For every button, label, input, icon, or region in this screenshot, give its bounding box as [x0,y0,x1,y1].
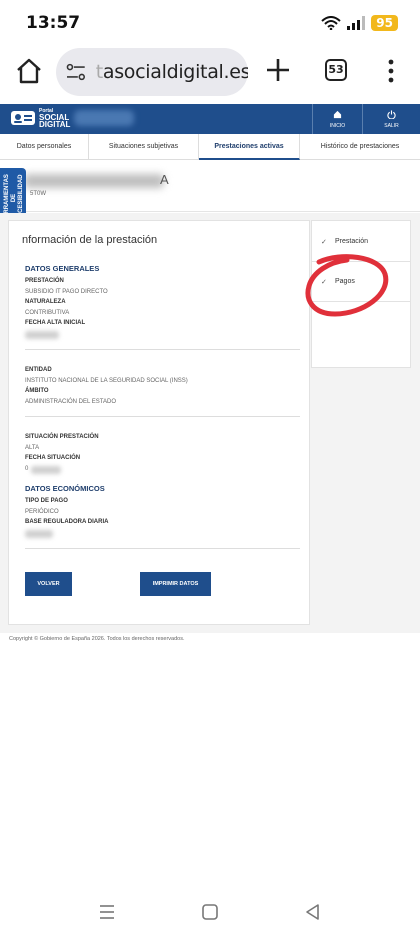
url-text: tasocialdigital.es [95,61,248,83]
prestacion-value: SUBSIDIO IT PAGO DIRECTO [25,289,108,295]
person-name-tail: A [160,172,169,187]
datos-economicos-heading: DATOS ECONÓMICOS [25,484,105,493]
status-icons: 95 [321,15,398,31]
fecha-situacion-value: 0 [25,466,29,472]
site-settings-icon[interactable] [66,63,86,81]
home-icon [333,110,342,119]
base-reguladora-label: BASE REGULADORA DIARIA [25,519,109,525]
tipo-pago-value: PERIÓDICO [25,509,59,515]
naturaleza-value: CONTRIBUTIVA [25,310,70,316]
more-menu-icon[interactable] [384,58,398,84]
logo-text: Portal SOCIAL DIGITAL [39,108,71,129]
sidemenu-item-pagos[interactable]: ✓ Pagos [311,262,411,302]
battery-badge: 95 [371,15,398,31]
person-id: 5T0W [30,191,47,197]
entidad-value: INSTITUTO NACIONAL DE LA SEGURIDAD SOCIA… [25,378,188,384]
person-name-redacted [24,174,164,188]
ambito-value: ADMINISTRACIÓN DEL ESTADO [25,399,117,405]
tab-datos-personales[interactable]: Datos personales [0,134,89,160]
tab-situaciones-subjetivas[interactable]: Situaciones subjetivas [89,134,199,160]
divider [25,349,300,350]
tipo-pago-label: TIPO DE PAGO [25,498,68,504]
status-time: 13:57 [26,13,81,33]
signal-icon [347,16,366,30]
wifi-icon [321,16,341,30]
fecha-situacion-redacted [31,466,61,474]
portal-logo[interactable]: Portal SOCIAL DIGITAL [10,108,71,129]
fecha-situacion-label: FECHA SITUACIÓN [25,455,81,461]
divider [25,548,300,549]
status-bar: 13:57 95 [0,0,420,44]
situacion-label: SITUACIÓN PRESTACIÓN [25,434,99,440]
datos-generales-heading: DATOS GENERALES [25,264,100,273]
volver-button[interactable]: VOLVER [25,572,72,596]
salir-button[interactable]: SALIR [362,104,420,134]
section-tabs: Datos personales Situaciones subjetivas … [0,134,420,160]
recent-apps-icon[interactable] [97,902,117,922]
fecha-alta-label: FECHA ALTA INICIAL [25,320,86,326]
site-header: Portal SOCIAL DIGITAL INICIO SALIR [0,104,420,134]
system-navigation-bar [0,894,420,930]
inicio-button[interactable]: INICIO [312,104,362,134]
footer-copyright: Copyright © Gobierno de España 2026. Tod… [9,636,185,642]
base-reguladora-value-redacted [25,530,53,538]
imprimir-datos-button[interactable]: IMPRIMIR DATOS [140,572,211,596]
user-name-redacted [74,110,134,126]
card-title: nformación de la prestación [22,234,158,246]
divider [311,301,411,302]
situacion-value: ALTA [25,445,40,451]
address-bar[interactable]: tasocialdigital.es [56,48,248,96]
back-icon[interactable] [303,902,323,922]
browser-toolbar: tasocialdigital.es 53 [0,44,420,102]
tab-prestaciones-activas[interactable]: Prestaciones activas [199,134,300,160]
sidemenu-item-prestacion[interactable]: ✓ Prestación [311,222,411,262]
prestacion-label: PRESTACIÓN [25,278,64,284]
check-icon: ✓ [321,239,327,246]
home-icon[interactable] [14,56,44,86]
new-tab-icon[interactable] [264,56,292,84]
tab-switcher-button[interactable]: 53 [325,59,347,81]
fecha-alta-value-redacted [25,331,59,339]
divider [25,416,300,417]
power-icon [387,110,396,120]
id-card-icon [11,111,35,125]
ambito-label: ÁMBITO [25,388,49,394]
naturaleza-label: NATURALEZA [25,299,66,305]
person-header: A 5T0W [0,160,420,212]
check-icon: ✓ [321,279,327,286]
home-nav-icon[interactable] [200,902,220,922]
tab-historico-prestaciones[interactable]: Histórico de prestaciones [300,134,420,160]
entidad-label: ENTIDAD [25,367,52,373]
